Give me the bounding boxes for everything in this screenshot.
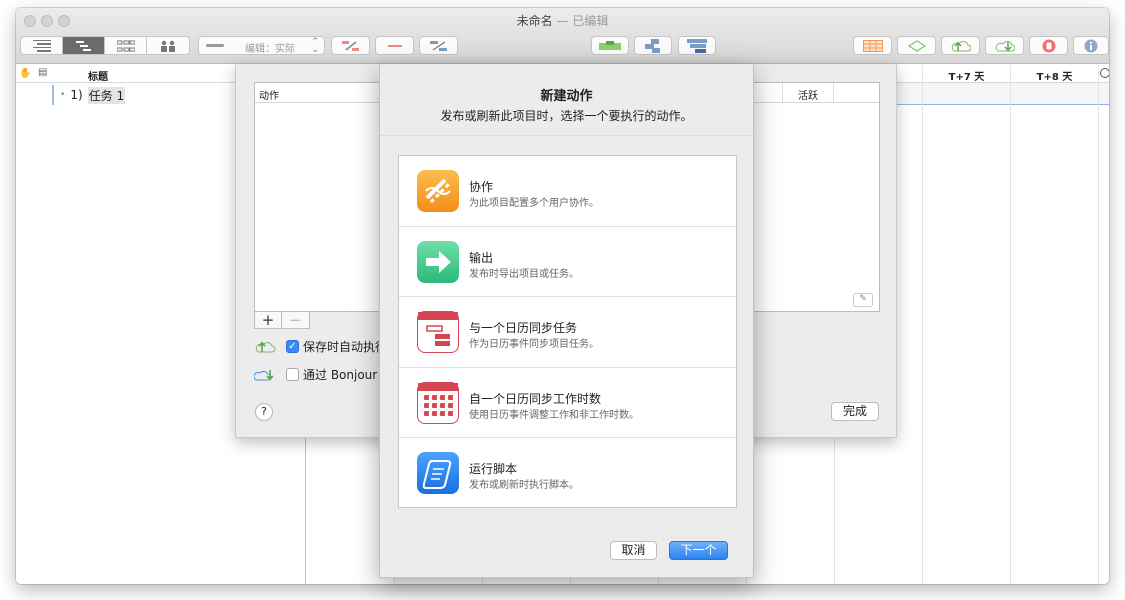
bonjour-checkbox[interactable] (286, 367, 299, 381)
edit-mode-label: 编辑：实际 (245, 44, 295, 55)
dialog-title: 新建动作 (540, 89, 593, 104)
stop-icon (1042, 39, 1055, 52)
baseline-button[interactable] (897, 36, 936, 55)
action-description: 发布或刷新时执行脚本。 (469, 480, 579, 492)
unlink-icon (387, 44, 402, 47)
gantt-day-column (1098, 65, 1109, 584)
autosave-checkbox[interactable]: ✓ (286, 339, 299, 353)
bonjour-option[interactable]: 通过 Bonjour 远 (254, 365, 393, 383)
title-bar: 未命名 — 已编辑 编辑：实际 ⌃ ⌄ (16, 8, 1109, 64)
action-type-list: 协作 为此项目配置多个用户协作。 输出 发布时导出项目或任务。 与一个日历同步任… (398, 155, 737, 508)
title-column-header: 标题 (88, 72, 108, 83)
table-icon (862, 39, 883, 52)
action-description: 发布时导出项目或任务。 (469, 268, 579, 280)
level-icon (599, 40, 621, 50)
unlink-tasks-button[interactable] (375, 36, 414, 55)
group-icon (645, 38, 660, 53)
script-scroll-icon (417, 452, 459, 495)
subgroup-button[interactable] (678, 36, 716, 55)
edited-status: — 已编辑 (556, 14, 609, 28)
outline-view-icon[interactable] (21, 37, 63, 54)
line-style-swatch (206, 44, 224, 47)
cancel-button[interactable]: 取消 (610, 541, 657, 560)
dialog-subtitle: 发布或刷新此项目时，选择一个要执行的动作。 (440, 109, 693, 123)
new-action-dialog: 新建动作 发布或刷新此项目时，选择一个要执行的动作。 协作 为此项目配置多个用户… (379, 64, 754, 578)
export-arrow-icon (417, 240, 459, 283)
level-button[interactable] (591, 36, 629, 55)
action-name: 输出 (469, 250, 494, 265)
autosave-option[interactable]: ✓ 保存时自动执行 (254, 337, 387, 355)
publish-icon (951, 41, 971, 52)
help-button[interactable]: ? (255, 403, 273, 421)
action-description: 作为日历事件同步项目任务。 (469, 339, 599, 351)
subgroup-icon (687, 38, 707, 53)
table-view-button[interactable] (853, 36, 892, 55)
resource-view-icon[interactable] (147, 37, 189, 54)
autosave-label: 保存时自动执行 (303, 339, 388, 354)
view-switcher[interactable] (20, 36, 190, 55)
action-name: 自一个日历同步工作时数 (469, 391, 602, 406)
active-column-header: 活跃 (798, 91, 818, 102)
outline-pane: ✋ ▤ 标题 • 1) 任务 1 (16, 65, 236, 584)
dialog-header: 新建动作 发布或刷新此项目时，选择一个要执行的动作。 (380, 64, 753, 136)
info-button[interactable] (1073, 36, 1109, 55)
next-button[interactable]: 下一个 (669, 541, 728, 560)
notes-icon: ▤ (38, 67, 48, 78)
done-button[interactable]: 完成 (831, 402, 879, 421)
action-name: 运行脚本 (469, 462, 518, 477)
baseline-icon (907, 39, 926, 52)
gantt-view-icon[interactable] (63, 37, 105, 54)
refresh-button[interactable] (985, 36, 1024, 55)
action-name: 协作 (469, 180, 494, 194)
network-view-icon[interactable] (105, 37, 147, 54)
refresh-icon (995, 41, 1015, 52)
split-task-button[interactable] (419, 36, 458, 55)
edit-mode-select[interactable]: 编辑：实际 ⌃ ⌄ (198, 36, 325, 55)
column-divider (833, 83, 834, 102)
cloud-download-icon (254, 370, 274, 381)
action-item-export[interactable]: 输出 发布时导出项目或任务。 (399, 227, 736, 298)
collaborate-icon (417, 170, 459, 212)
day-header-t7: T+7 天 (922, 65, 1010, 584)
add-remove-control: + − (254, 311, 310, 329)
cloud-upload-icon (255, 341, 276, 353)
action-item-calendar-hours[interactable]: 自一个日历同步工作时数 使用日历事件调整工作和非工作时数。 (399, 368, 736, 439)
window-title: 未命名 — 已编辑 (16, 12, 1109, 29)
outline-header: ✋ ▤ 标题 (16, 65, 236, 83)
add-action-button[interactable]: + (255, 311, 282, 329)
action-name: 与一个日历同步任务 (469, 321, 578, 336)
stop-button[interactable] (1029, 36, 1068, 55)
column-divider (782, 83, 783, 102)
action-item-run-script[interactable]: 运行脚本 发布或刷新时执行脚本。 (399, 438, 736, 509)
link-tasks-button[interactable] (331, 36, 370, 55)
action-description: 使用日历事件调整工作和非工作时数。 (469, 409, 639, 421)
action-item-collaborate[interactable]: 协作 为此项目配置多个用户协作。 (399, 156, 736, 227)
calendar-tasks-icon (417, 311, 459, 354)
hand-icon: ✋ (19, 68, 32, 79)
edit-pencil-icon[interactable]: ✎ (853, 293, 873, 307)
stepper-icon: ⌃ ⌄ (311, 37, 319, 55)
task-row[interactable]: • 1) 任务 1 (52, 85, 126, 105)
remove-action-button[interactable]: − (282, 311, 309, 329)
link-icon (341, 40, 359, 51)
action-column-header: 动作 (259, 91, 279, 102)
clock-icon (1099, 68, 1109, 78)
bullet-icon: • (60, 90, 66, 100)
publish-button[interactable] (941, 36, 980, 55)
action-item-calendar-tasks[interactable]: 与一个日历同步任务 作为日历事件同步项目任务。 (399, 297, 736, 368)
task-number: 1) (70, 88, 83, 102)
action-description: 为此项目配置多个用户协作。 (469, 198, 599, 209)
split-icon (429, 40, 447, 51)
task-name[interactable]: 任务 1 (87, 86, 126, 104)
group-button[interactable] (634, 36, 672, 55)
calendar-grid-icon (417, 381, 459, 424)
day-header-t8: T+8 天 (1010, 65, 1098, 584)
document-name: 未命名 (516, 14, 553, 28)
info-icon (1084, 39, 1098, 52)
